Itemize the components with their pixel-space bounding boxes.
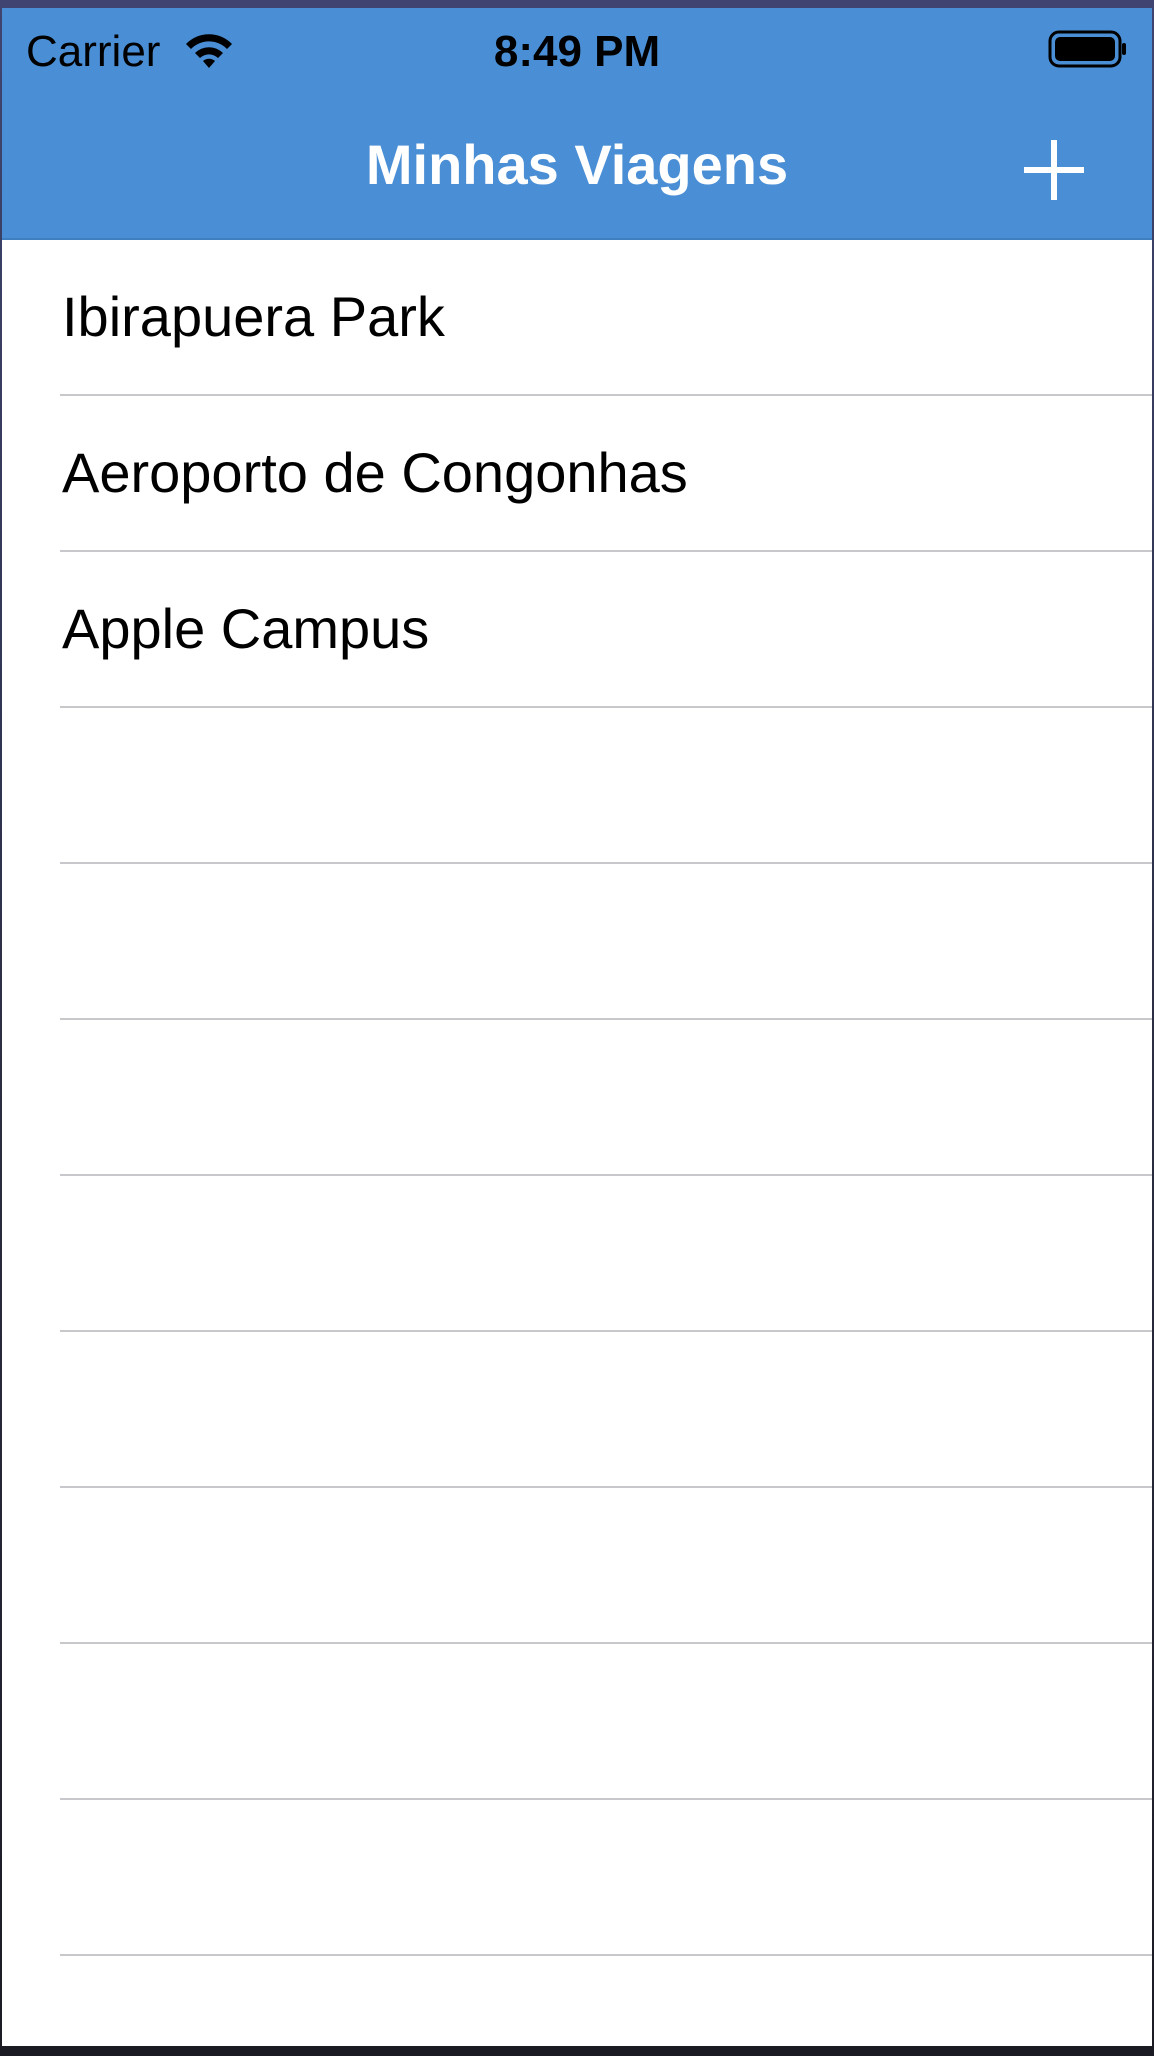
empty-list-row: [60, 1800, 1152, 1956]
list-item[interactable]: Aeroporto de Congonhas: [60, 396, 1152, 552]
empty-list-row: [60, 1644, 1152, 1800]
app-screen: Carrier 8:49 PM Minhas Viagens Ibirapuer…: [2, 8, 1152, 2046]
navigation-bar: Carrier 8:49 PM Minhas Viagens: [2, 8, 1152, 240]
empty-list-row: [60, 1176, 1152, 1332]
page-title: Minhas Viagens: [365, 133, 789, 196]
status-time: 8:49 PM: [493, 27, 661, 76]
empty-list-row: [60, 1956, 1152, 2046]
empty-list-row: [60, 708, 1152, 864]
empty-list-row: [60, 1332, 1152, 1488]
list-item-label: Aeroporto de Congonhas: [62, 441, 688, 504]
battery-icon: [1048, 30, 1126, 68]
add-trip-button[interactable]: [1014, 130, 1094, 210]
empty-list-row: [60, 1020, 1152, 1176]
empty-list-row: [60, 1488, 1152, 1644]
empty-list-row: [60, 864, 1152, 1020]
list-item[interactable]: Apple Campus: [60, 552, 1152, 708]
list-item-label: Apple Campus: [62, 597, 430, 660]
status-bar: Carrier 8:49 PM: [2, 8, 1152, 88]
list-item-label: Ibirapuera Park: [62, 285, 445, 348]
trips-list: Ibirapuera Park Aeroporto de Congonhas A…: [2, 240, 1152, 2046]
plus-icon: [1024, 140, 1084, 200]
list-item[interactable]: Ibirapuera Park: [60, 240, 1152, 396]
